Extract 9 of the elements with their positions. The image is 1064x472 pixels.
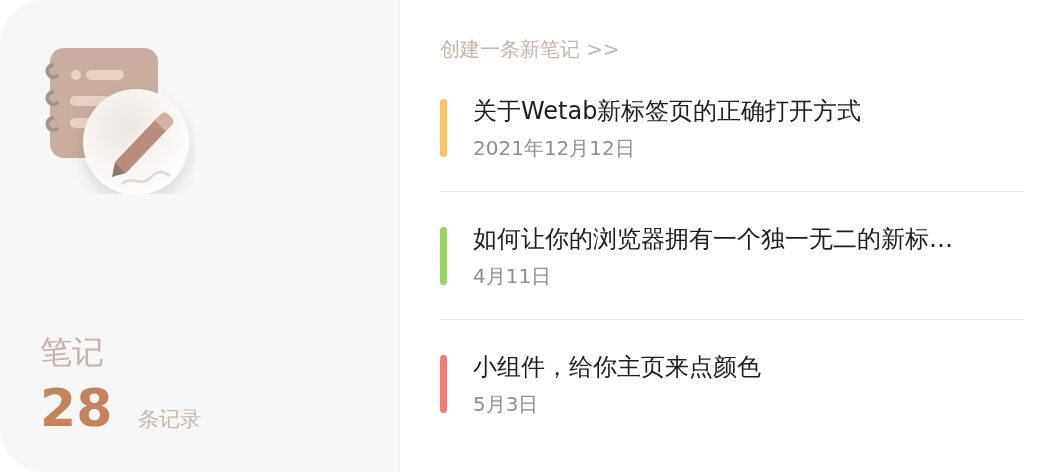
note-title[interactable]: 如何让你的浏览器拥有一个独一无二的新标…: [473, 222, 953, 255]
count-unit: 条记录: [138, 406, 202, 433]
note-date: 2021年12月12日: [473, 134, 636, 161]
note-title[interactable]: 小组件，给你主页来点颜色: [473, 351, 761, 383]
note-date: 5月3日: [473, 391, 540, 417]
note-count: 28: [40, 378, 113, 438]
note-title[interactable]: 关于Wetab新标签页的正确打开方式: [473, 94, 862, 127]
note-date: 4月11日: [473, 262, 553, 289]
notes-title: 笔记: [40, 332, 105, 372]
